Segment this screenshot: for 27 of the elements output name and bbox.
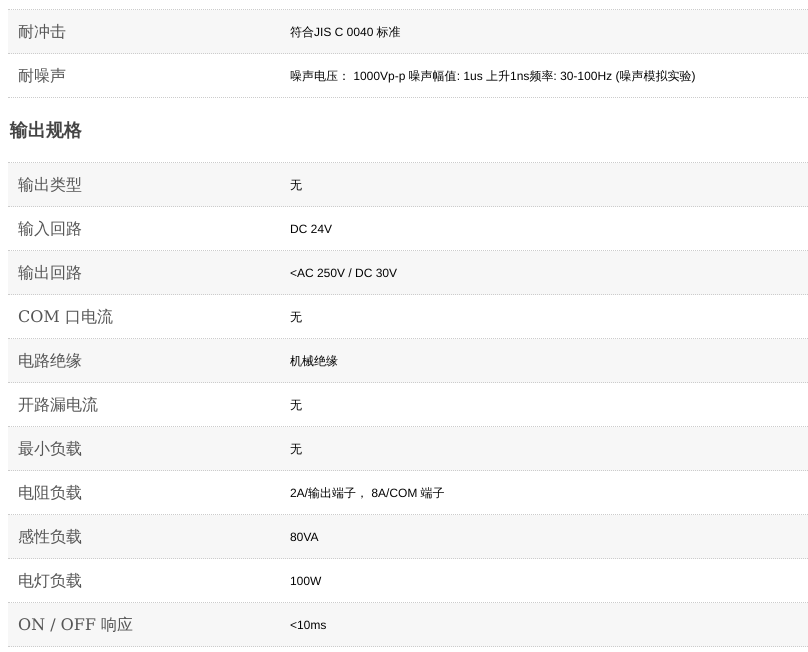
spec-value: 无 [290, 308, 302, 326]
spec-label: ON / OFF 响应 [17, 614, 134, 636]
spec-label: 耐噪声 [17, 64, 67, 86]
spec-value: 100W [290, 572, 322, 590]
spec-label: 耐冲击 [17, 20, 67, 42]
spec-value: 无 [290, 440, 302, 458]
spec-label: 感性负载 [17, 526, 83, 548]
spec-value: 无 [290, 176, 302, 194]
spec-value: 噪声电压： 1000Vp-p 噪声幅值: 1us 上升1ns频率: 30-100Hz (噪声模拟实验) [290, 68, 696, 84]
spec-value: 80VA [290, 528, 318, 546]
spec-label: 电阻负载 [17, 482, 83, 504]
spec-label: 电灯负载 [17, 570, 83, 592]
spec-value: 2A/输出端子， 8A/COM 端子 [290, 484, 445, 502]
spec-value: DC 24V [290, 220, 332, 238]
spec-label: 最小负载 [17, 438, 83, 460]
spec-label: 输出回路 [17, 262, 83, 284]
spec-label: COM 口电流 [17, 306, 114, 328]
spec-label: 电路绝缘 [17, 350, 83, 372]
spec-label: 开路漏电流 [17, 394, 99, 416]
spec-value: 机械绝缘 [290, 352, 338, 370]
spec-label: 输出类型 [17, 174, 83, 196]
spec-value: <10ms [290, 616, 326, 634]
spec-value: 符合JIS C 0040 标准 [290, 24, 401, 40]
section-heading: 输出规格 [8, 118, 82, 142]
spec-label: 输入回路 [17, 218, 83, 240]
spec-value: 无 [290, 396, 302, 414]
spec-value: <AC 250V / DC 30V [290, 264, 398, 282]
